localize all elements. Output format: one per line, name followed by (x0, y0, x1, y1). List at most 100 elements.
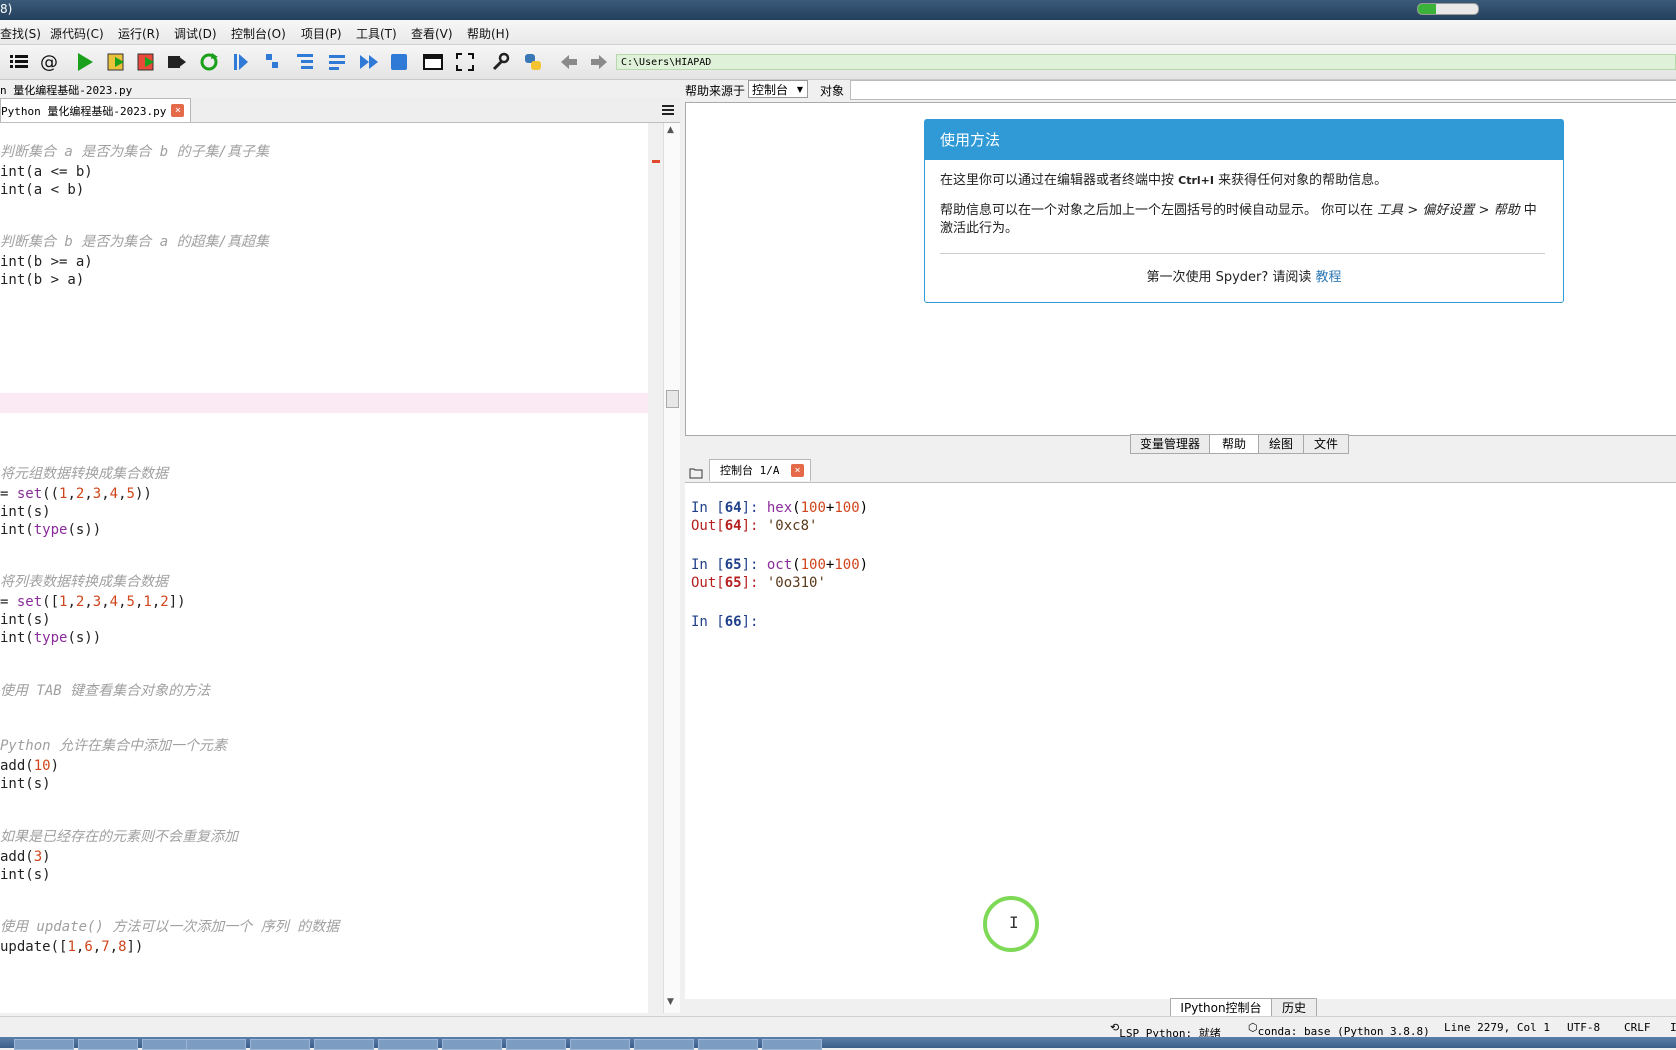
tab-history[interactable]: 历史 (1271, 998, 1317, 1018)
menu-search[interactable]: 查找(S) (0, 25, 41, 42)
tutorial-line: 第一次使用 Spyder? 请阅读 教程 (925, 266, 1563, 285)
help-source-select[interactable]: 控制台 ▼ (748, 80, 808, 98)
editor-tab-label: Python 量化编程基础-2023.py (1, 104, 167, 118)
continue-icon[interactable] (356, 50, 382, 74)
current-line-highlight (0, 393, 648, 413)
folder-icon[interactable] (689, 464, 703, 479)
usage-card: 使用方法 在这里你可以通过在编辑器或者终端中按 Ctrl+I 来获得任何对象的帮… (924, 119, 1564, 303)
run-cell-icon[interactable] (104, 50, 130, 74)
scroll-down-icon[interactable]: ▼ (667, 997, 674, 1007)
step-return-icon[interactable] (324, 50, 350, 74)
usage-card-title: 使用方法 (925, 120, 1563, 160)
outline-icon[interactable] (6, 50, 32, 74)
code-line: add(3) (0, 849, 51, 865)
taskbar (0, 1037, 1676, 1050)
code-line: int(a <= b) (0, 164, 93, 180)
code-line: int(s) (0, 612, 51, 628)
chevron-down-icon: ▼ (796, 85, 803, 94)
tab-help[interactable]: 帮助 (1209, 434, 1259, 454)
taskbar-item[interactable] (14, 1039, 74, 1050)
taskbar-item[interactable] (506, 1039, 566, 1050)
menu-debug[interactable]: 调试(D) (174, 25, 217, 42)
code-editor[interactable]: 判断集合 a 是否为集合 b 的子集/真子集 int(a <= b) int(a… (0, 123, 648, 1013)
at-icon[interactable]: @ (36, 50, 62, 74)
menu-view[interactable]: 查看(V) (411, 25, 453, 42)
taskbar-item[interactable] (78, 1039, 138, 1050)
back-icon[interactable] (556, 50, 582, 74)
menu-source[interactable]: 源代码(C) (50, 25, 104, 42)
menu-help[interactable]: 帮助(H) (467, 25, 509, 42)
taskbar-item[interactable] (250, 1039, 310, 1050)
step-icon[interactable] (260, 50, 286, 74)
code-line: int(type(s)) (0, 522, 102, 538)
run-icon[interactable] (72, 50, 98, 74)
taskbar-item[interactable] (570, 1039, 630, 1050)
tab-files[interactable]: 文件 (1303, 434, 1349, 454)
console-line: In [64]: hex(100+100) (691, 500, 869, 516)
menu-run[interactable]: 运行(R) (118, 25, 160, 42)
code-line: add(10) (0, 758, 60, 774)
menu-bar: 查找(S) 源代码(C) 运行(R) 调试(D) 控制台(O) 项目(P) 工具… (0, 20, 1676, 45)
console-prompt: In [66]: (691, 614, 767, 630)
menu-project[interactable]: 项目(P) (301, 25, 342, 42)
rerun-icon[interactable] (196, 50, 222, 74)
code-line: 使用 TAB 键查看集合对象的方法 (0, 683, 211, 699)
title-bar: 8) (0, 0, 1676, 20)
code-line: 将列表数据转换成集合数据 (0, 574, 168, 590)
close-icon[interactable]: × (171, 104, 185, 117)
tutorial-link[interactable]: 教程 (1316, 270, 1342, 285)
taskbar-item[interactable] (442, 1039, 502, 1050)
ipython-console[interactable]: In [64]: hex(100+100) Out[64]: '0xc8' In… (685, 483, 1676, 999)
console-tab[interactable]: 控制台 1/A × (709, 459, 811, 481)
stop-icon[interactable] (386, 50, 412, 74)
scrollbar-thumb[interactable] (666, 390, 679, 408)
tab-plots[interactable]: 绘图 (1258, 434, 1304, 454)
progress-bar (1417, 3, 1479, 15)
conda-status: ⬡ conda: base (Python 3.8.8) (1248, 1021, 1430, 1038)
forward-icon[interactable] (586, 50, 612, 74)
menu-console[interactable]: 控制台(O) (231, 25, 286, 42)
code-line: 使用 update() 方法可以一次添加一个 序列 的数据 (0, 919, 340, 935)
console-line: Out[65]: '0o310' (691, 575, 826, 591)
debug-icon[interactable] (228, 50, 254, 74)
fullscreen-icon[interactable] (452, 50, 478, 74)
working-directory-input[interactable]: C:\Users\HIAPAD (616, 54, 1676, 70)
object-input[interactable] (850, 80, 1676, 100)
hamburger-menu-icon[interactable] (661, 102, 675, 116)
code-line: int(s) (0, 776, 51, 792)
taskbar-item[interactable] (314, 1039, 374, 1050)
help-paragraph-1: 在这里你可以通过在编辑器或者终端中按 Ctrl+I 来获得任何对象的帮助信息。 (940, 172, 1545, 190)
tab-variable-explorer[interactable]: 变量管理器 (1130, 434, 1210, 454)
preferences-icon[interactable] (488, 50, 514, 74)
run-cell-advance-icon[interactable] (134, 50, 160, 74)
taskbar-item[interactable] (698, 1039, 758, 1050)
taskbar-item[interactable] (378, 1039, 438, 1050)
help-panel: 使用方法 在这里你可以通过在编辑器或者终端中按 Ctrl+I 来获得任何对象的帮… (685, 102, 1676, 436)
taskbar-item[interactable] (762, 1039, 822, 1050)
run-selection-icon[interactable] (164, 50, 190, 74)
editor-tab[interactable]: Python 量化编程基础-2023.py × (0, 98, 192, 122)
card-divider (940, 253, 1545, 254)
menu-tools[interactable]: 工具(T) (356, 25, 397, 42)
help-p1-key: Ctrl+I (1178, 174, 1214, 187)
svg-text:@: @ (40, 52, 58, 73)
editor-path: n 量化编程基础-2023.py (0, 80, 680, 98)
cursor-position: Line 2279, Col 1 (1444, 1021, 1550, 1034)
help-p1-text-end: 来获得任何对象的帮助信息。 (1213, 173, 1388, 188)
taskbar-item[interactable] (634, 1039, 694, 1050)
scroll-up-icon[interactable]: ▲ (667, 125, 674, 135)
text-cursor-icon: I (1009, 913, 1019, 932)
editor-path-label: n 量化编程基础-2023.py (0, 84, 133, 97)
progress-fill (1418, 4, 1436, 14)
tab-ipython-console[interactable]: IPython控制台 (1170, 998, 1272, 1018)
code-line: 如果是已经存在的元素则不会重复添加 (0, 829, 238, 845)
editor-scrollbar[interactable]: ▲ ▼ (663, 123, 680, 1013)
tutorial-text: 第一次使用 Spyder? 请阅读 (1146, 270, 1316, 285)
maximize-pane-icon[interactable] (420, 50, 446, 74)
console-tabbar: 控制台 1/A × (685, 458, 1676, 483)
toolbar: @ C:\Users\HIAPAD (0, 45, 1676, 80)
taskbar-item[interactable] (186, 1039, 246, 1050)
python-path-icon[interactable] (520, 50, 546, 74)
close-icon[interactable]: × (791, 464, 804, 477)
step-into-icon[interactable] (292, 50, 318, 74)
